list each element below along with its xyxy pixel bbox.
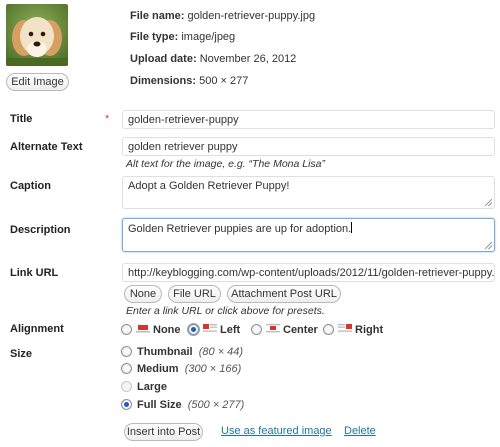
text-cursor [351,222,353,233]
file-type-label: File type: [130,31,179,43]
align-center-icon [266,324,280,333]
dimensions-label: Dimensions: [130,75,197,87]
file-type-row: File type: image/jpeg [130,31,235,43]
align-center-option[interactable]: Center [283,324,318,336]
align-right-radio[interactable] [323,324,334,335]
size-medium-option[interactable]: Medium (300 × 166) [137,363,241,375]
size-large-option: Large [137,381,167,393]
link-none-button[interactable]: None [124,285,162,303]
size-medium-dims: (300 × 166) [184,363,242,375]
insert-into-post-button[interactable]: Insert into Post [124,423,203,441]
align-none-icon [136,325,150,333]
alt-text-label: Alternate Text [10,141,83,153]
size-thumbnail-radio[interactable] [121,346,132,357]
puppy-image [6,4,68,66]
attachment-thumbnail [6,4,68,66]
use-as-featured-image-link[interactable]: Use as featured image [221,425,332,437]
dimensions-row: Dimensions: 500 × 277 [130,75,248,87]
size-thumbnail-text: Thumbnail [137,346,193,358]
edit-image-button[interactable]: Edit Image [6,73,69,91]
align-none-text: None [153,324,181,336]
size-full-text: Full Size [137,399,182,411]
align-right-text: Right [355,324,384,336]
size-full-dims: (500 × 277) [187,399,245,411]
align-left-radio[interactable] [188,324,199,335]
alt-text-input[interactable]: golden retriever puppy [122,137,495,156]
size-label: Size [10,348,33,360]
size-full-option[interactable]: Full Size (500 × 277) [137,399,244,411]
size-full-radio[interactable] [121,399,132,410]
size-thumbnail-option[interactable]: Thumbnail (80 × 44) [137,346,243,358]
file-name-row: File name: golden-retriever-puppy.jpg [130,10,315,22]
caption-label: Caption [10,180,51,192]
size-large-radio [121,381,132,392]
size-medium-text: Medium [137,363,179,375]
size-medium-radio[interactable] [121,363,132,374]
resize-handle-icon[interactable] [485,199,492,206]
size-thumbnail-dims: (80 × 44) [198,346,244,358]
resize-handle-icon[interactable] [485,242,492,249]
size-large-text: Large [137,381,167,393]
align-none-option[interactable]: None [153,324,181,336]
required-mark: * [105,113,110,125]
caption-text: Adopt a Golden Retriever Puppy! [128,180,290,192]
align-left-text: Left [220,324,241,336]
delete-link[interactable]: Delete [344,425,376,437]
align-right-icon [338,324,352,332]
title-label: Title [10,113,33,125]
align-right-option[interactable]: Right [355,324,383,336]
description-label: Description [10,224,71,236]
align-left-option[interactable]: Left [220,324,240,336]
align-none-radio[interactable] [121,324,132,335]
title-input[interactable]: golden-retriever-puppy [122,110,495,129]
align-center-radio[interactable] [251,324,262,335]
link-url-help: Enter a link URL or click above for pres… [126,305,325,317]
file-name-value: golden-retriever-puppy.jpg [187,10,316,22]
dimensions-value: 500 × 277 [199,75,249,87]
file-type-value: image/jpeg [181,31,236,43]
alignment-label: Alignment [10,323,64,335]
link-url-input[interactable]: http://keyblogging.com/wp-content/upload… [122,263,495,282]
description-text: Golden Retriever puppies are up for adop… [128,223,352,235]
link-url-label: Link URL [10,267,59,279]
upload-date-value: November 26, 2012 [199,53,297,65]
alt-text-help: Alt text for the image, e.g. “The Mona L… [126,158,326,170]
align-center-text: Center [283,324,318,336]
file-name-label: File name: [130,10,185,22]
link-file-url-button[interactable]: File URL [168,285,221,303]
link-attachment-post-url-button[interactable]: Attachment Post URL [227,285,341,303]
description-textarea[interactable]: Golden Retriever puppies are up for adop… [122,218,495,252]
caption-textarea[interactable]: Adopt a Golden Retriever Puppy! [122,176,495,209]
upload-date-label: Upload date: [130,53,197,65]
upload-date-row: Upload date: November 26, 2012 [130,53,296,65]
align-left-icon [203,324,217,332]
